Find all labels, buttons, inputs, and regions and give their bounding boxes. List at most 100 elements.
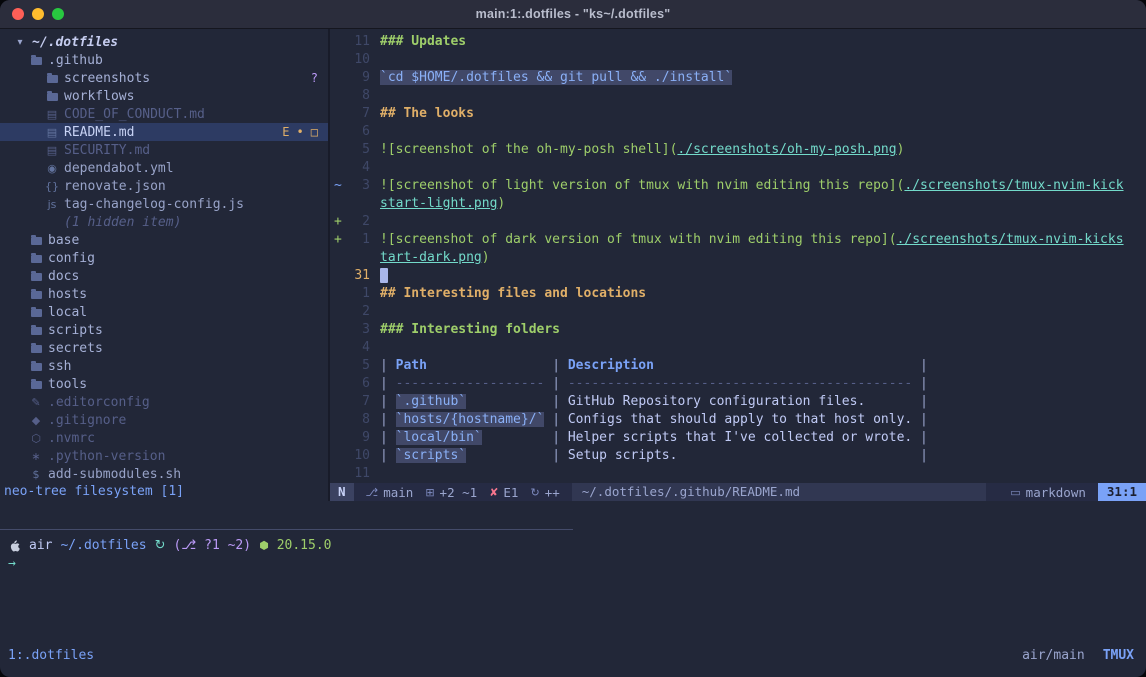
editor-line[interactable]: +2 bbox=[330, 213, 1146, 231]
editor-line[interactable]: 4 bbox=[330, 159, 1146, 177]
tree-item-scripts[interactable]: scripts bbox=[0, 321, 328, 339]
tmux-pane-shell[interactable]: air ~/.dotfiles ↻ (⎇ ?1 ~2) ⬢ 20.15.0 → bbox=[0, 530, 1146, 645]
tree-item-nvmrc[interactable]: ⬡.nvmrc bbox=[0, 429, 328, 447]
text-segment: | bbox=[544, 376, 567, 391]
tree-item-tools[interactable]: tools bbox=[0, 375, 328, 393]
editor-panel[interactable]: 11### Updates 10 9`cd $HOME/.dotfiles &&… bbox=[330, 29, 1146, 501]
tree-item-workflows[interactable]: workflows bbox=[0, 87, 328, 105]
tree-item-github[interactable]: .github bbox=[0, 51, 328, 69]
tree-item-label: .python-version bbox=[48, 449, 165, 464]
tree-item-ssh[interactable]: ssh bbox=[0, 357, 328, 375]
text-segment: start-light.png bbox=[380, 196, 497, 211]
editor-line[interactable]: 5| Path | Description | bbox=[330, 357, 1146, 375]
editor-line[interactable]: +1![screenshot of dark version of tmux w… bbox=[330, 231, 1146, 249]
text-segment bbox=[466, 394, 544, 409]
tree-item-add-submodules-sh[interactable]: $add-submodules.sh bbox=[0, 465, 328, 483]
gutter-sign bbox=[330, 123, 344, 141]
line-number: 11 bbox=[344, 465, 370, 483]
folder-icon bbox=[28, 290, 44, 299]
editor-line[interactable]: 10 bbox=[330, 51, 1146, 69]
gutter-sign bbox=[330, 411, 344, 429]
tree-item-secrets[interactable]: secrets bbox=[0, 339, 328, 357]
editor-line[interactable]: 9`cd $HOME/.dotfiles && git pull && ./in… bbox=[330, 69, 1146, 87]
titlebar[interactable]: main:1:.dotfiles - "ks~/.dotfiles" bbox=[0, 0, 1146, 29]
line-text: tart-dark.png) bbox=[380, 249, 490, 267]
tree-item-base[interactable]: base bbox=[0, 231, 328, 249]
editor-line[interactable]: 11 bbox=[330, 465, 1146, 483]
tree-item-screenshots[interactable]: screenshots? bbox=[0, 69, 328, 87]
editor-line[interactable]: 7## The looks bbox=[330, 105, 1146, 123]
tree-item-1-hidden-item[interactable]: (1 hidden item) bbox=[0, 213, 328, 231]
editor-line[interactable]: 3### Interesting folders bbox=[330, 321, 1146, 339]
text-segment: Configs that should apply to that host o… bbox=[568, 412, 912, 427]
editor-line[interactable]: 6| ------------------- | ---------------… bbox=[330, 375, 1146, 393]
text-segment: `local/bin` bbox=[396, 430, 482, 445]
tree-item-docs[interactable]: docs bbox=[0, 267, 328, 285]
tree-item-python-version[interactable]: ∗.python-version bbox=[0, 447, 328, 465]
gutter-sign bbox=[330, 285, 344, 303]
tree-item-gitignore[interactable]: ◆.gitignore bbox=[0, 411, 328, 429]
tree-item-config[interactable]: config bbox=[0, 249, 328, 267]
tree-item-hosts[interactable]: hosts bbox=[0, 285, 328, 303]
tree-item-tag-changelog-config-js[interactable]: jstag-changelog-config.js bbox=[0, 195, 328, 213]
folder-icon bbox=[28, 344, 44, 353]
line-number: 11 bbox=[344, 33, 370, 51]
shell-input-line[interactable]: → bbox=[8, 555, 1146, 573]
text-segment: | bbox=[912, 430, 928, 445]
text-segment: ) bbox=[497, 196, 505, 211]
cmdline bbox=[0, 501, 1146, 519]
tree-item-label: secrets bbox=[48, 341, 103, 356]
editor-line[interactable]: start-light.png) bbox=[330, 195, 1146, 213]
tree-item-badges: E•□ bbox=[282, 125, 318, 139]
tree-item-label: .gitignore bbox=[48, 413, 126, 428]
tree-item-label: docs bbox=[48, 269, 79, 284]
zoom-button[interactable] bbox=[52, 8, 64, 20]
editor-line[interactable]: 7| `.github` | GitHub Repository configu… bbox=[330, 393, 1146, 411]
editor-line[interactable]: 31 bbox=[330, 267, 1146, 285]
folder-glyph bbox=[31, 291, 42, 299]
line-number: 5 bbox=[344, 357, 370, 375]
tree-item-renovate-json[interactable]: {}renovate.json bbox=[0, 177, 328, 195]
line-text: start-light.png) bbox=[380, 195, 505, 213]
filetype-label: markdown bbox=[1026, 485, 1086, 500]
editor-line[interactable]: 6 bbox=[330, 123, 1146, 141]
editor-line[interactable]: 5![screenshot of the oh-my-posh shell](.… bbox=[330, 141, 1146, 159]
tmux-window-label[interactable]: 1:.dotfiles bbox=[8, 648, 94, 663]
tmux-pane-nvim: ▾~/.dotfiles.githubscreenshots?workflows… bbox=[0, 29, 1146, 501]
editor-line[interactable]: 8| `hosts/{hostname}/` | Configs that sh… bbox=[330, 411, 1146, 429]
editor-line[interactable]: tart-dark.png) bbox=[330, 249, 1146, 267]
editor-line[interactable]: ~3![screenshot of light version of tmux … bbox=[330, 177, 1146, 195]
tree-item-code-of-conduct-md[interactable]: ▤CODE_OF_CONDUCT.md bbox=[0, 105, 328, 123]
git-diff-counts: +2 ~1 bbox=[440, 485, 478, 500]
tree-item-dependabot-yml[interactable]: ◉dependabot.yml bbox=[0, 159, 328, 177]
text-segment: | bbox=[912, 448, 928, 463]
editor-line[interactable]: 9 | `local/bin` | Helper scripts that I'v… bbox=[330, 429, 1146, 447]
tmux-statusbar: 1:.dotfiles air/main TMUX bbox=[0, 645, 1146, 665]
cursor-position: 31:1 bbox=[1098, 483, 1146, 501]
folder-icon bbox=[28, 56, 44, 65]
diagnostic-count: E1 bbox=[503, 485, 518, 500]
tree-item-dotfiles[interactable]: ▾~/.dotfiles bbox=[0, 33, 328, 51]
editor-line[interactable]: 4 bbox=[330, 339, 1146, 357]
editor-line[interactable]: 10| `scripts` | Setup scripts. | bbox=[330, 447, 1146, 465]
minimize-button[interactable] bbox=[32, 8, 44, 20]
line-number: 9 bbox=[344, 429, 370, 447]
tree-item-readme-md[interactable]: ▤README.mdE•□ bbox=[0, 123, 328, 141]
close-button[interactable] bbox=[12, 8, 24, 20]
editor-line[interactable]: 8 bbox=[330, 87, 1146, 105]
shell-prompt: air ~/.dotfiles ↻ (⎇ ?1 ~2) ⬢ 20.15.0 bbox=[8, 537, 1146, 555]
tree-item-editorconfig[interactable]: ✎.editorconfig bbox=[0, 393, 328, 411]
neotree-panel[interactable]: ▾~/.dotfiles.githubscreenshots?workflows… bbox=[0, 29, 330, 501]
update-icon: ↻ bbox=[530, 486, 539, 499]
tree-item-local[interactable]: local bbox=[0, 303, 328, 321]
editor-line[interactable]: 11### Updates bbox=[330, 33, 1146, 51]
editor-line[interactable]: 1## Interesting files and locations bbox=[330, 285, 1146, 303]
updates-section: ↻++ bbox=[530, 485, 559, 500]
line-text: ## The looks bbox=[380, 105, 474, 123]
editor-line[interactable]: 2 bbox=[330, 303, 1146, 321]
status-badge: • bbox=[297, 125, 304, 139]
window-title: main:1:.dotfiles - "ks~/.dotfiles" bbox=[476, 7, 671, 21]
gutter-sign: ~ bbox=[330, 177, 344, 195]
line-text: | `local/bin` | Helper scripts that I've… bbox=[380, 429, 928, 447]
tree-item-security-md[interactable]: ▤SECURITY.md bbox=[0, 141, 328, 159]
